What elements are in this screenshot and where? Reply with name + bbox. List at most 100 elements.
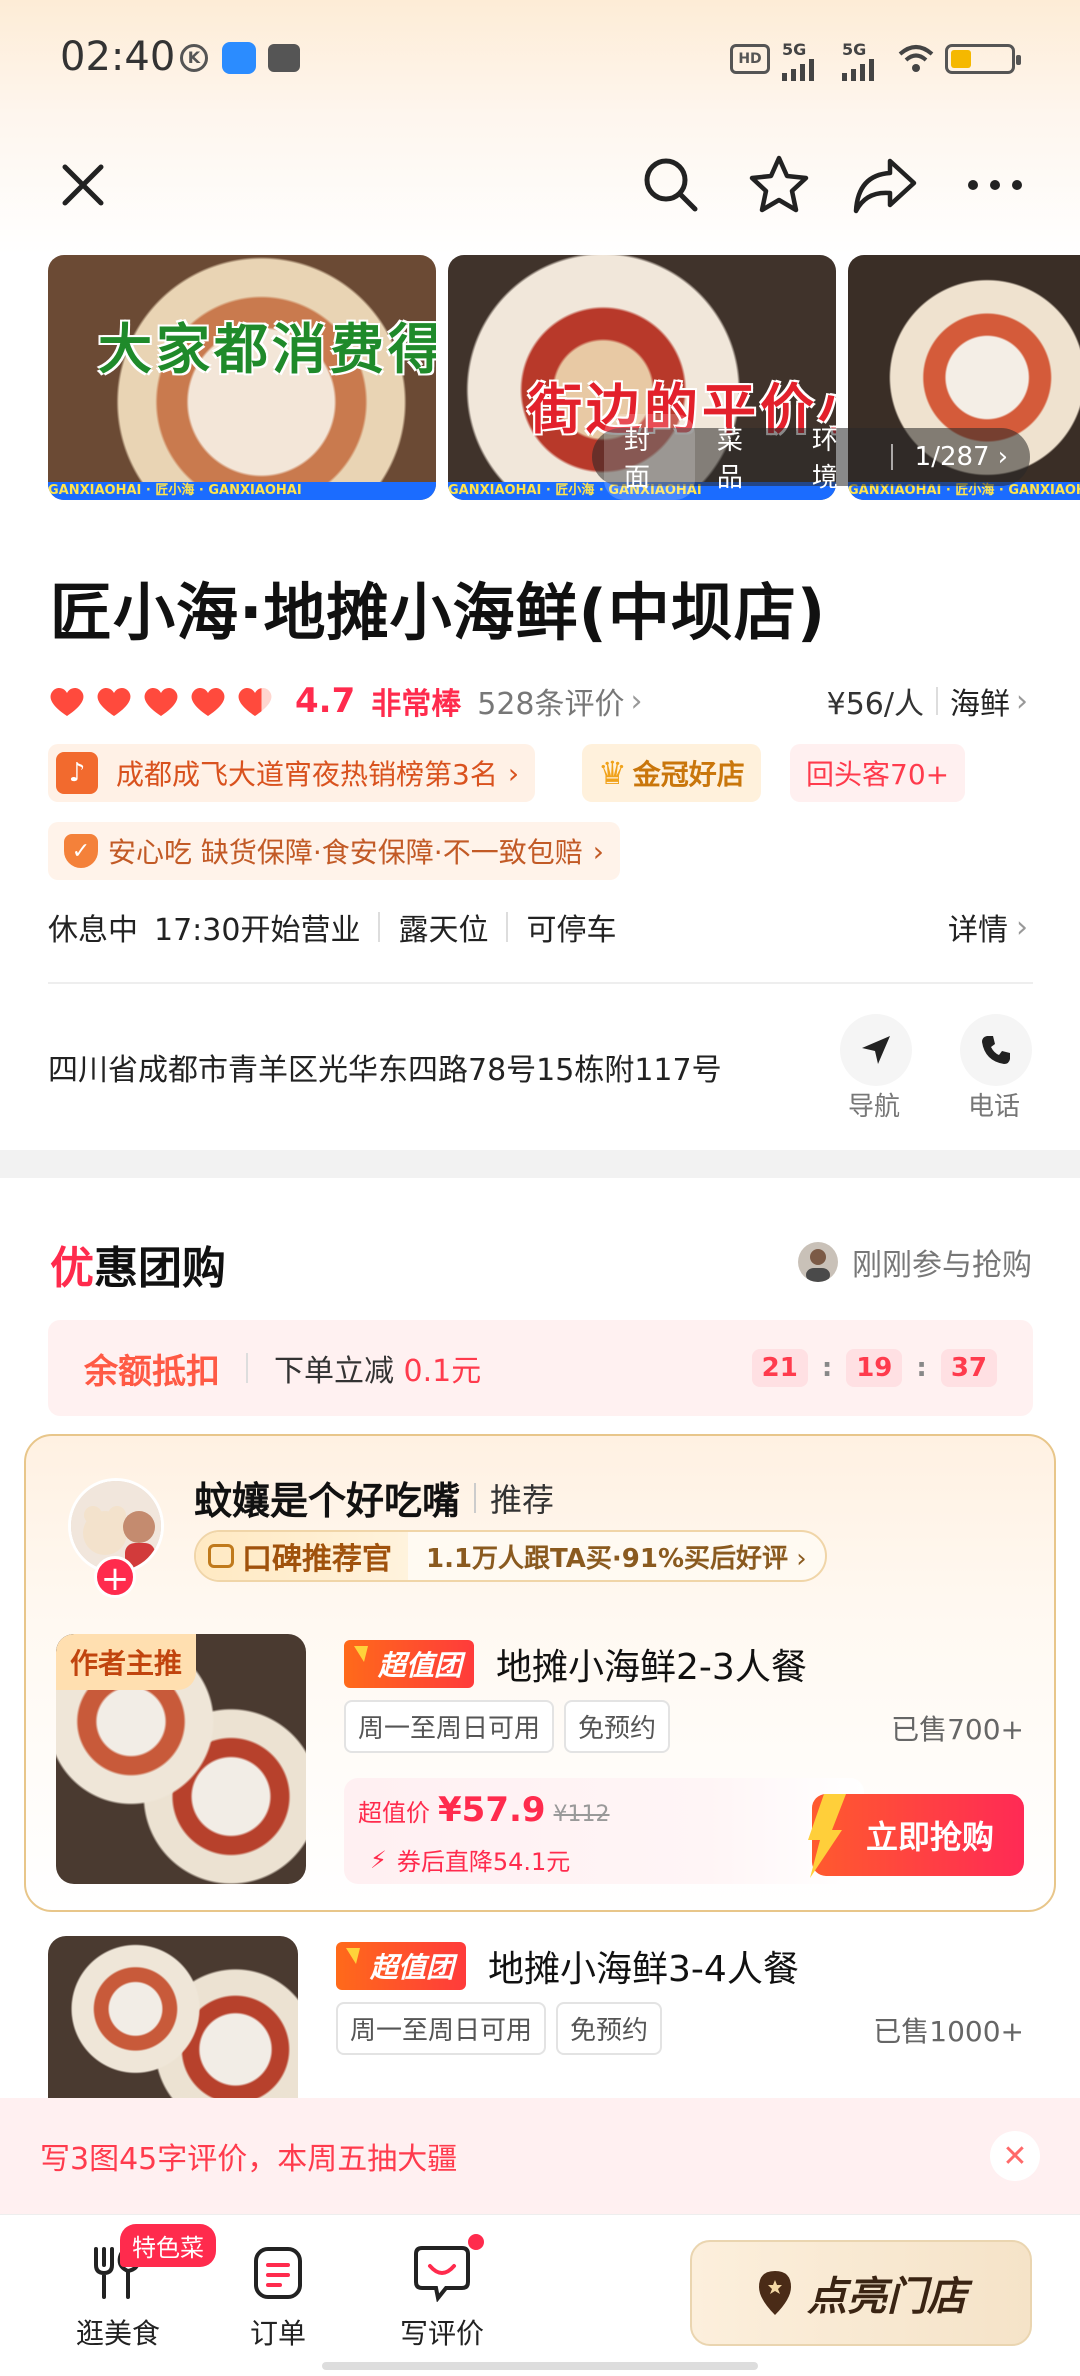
original-price: ¥112 xyxy=(553,1802,610,1827)
repeat-customer-tag[interactable]: 回头客70+ xyxy=(790,744,966,802)
chevron-right-icon: › xyxy=(630,683,643,719)
store-score: 4.7 xyxy=(295,681,356,721)
badge-title: 口碑推荐官 xyxy=(196,1532,408,1580)
deal-title-row[interactable]: 超值团 地摊小海鲜3-4人餐 xyxy=(336,1940,799,1992)
home-indicator[interactable] xyxy=(322,2362,758,2370)
deal-chips: 周一至周日可用 免预约 xyxy=(344,1700,680,1753)
divider xyxy=(474,1482,477,1513)
photo-tab-environment[interactable]: 环境 xyxy=(790,420,885,494)
game-icon xyxy=(268,44,300,72)
balance-label: 余额抵扣 xyxy=(84,1351,220,1392)
more-button[interactable] xyxy=(960,150,1030,220)
recommender-name-row: 蚊孃是个好吃嘴 推荐 xyxy=(194,1470,554,1525)
coupon-text: 券后直降54.1元 xyxy=(396,1848,571,1876)
recommender-name[interactable]: 蚊孃是个好吃嘴 xyxy=(194,1470,460,1525)
heart-icon xyxy=(97,687,131,716)
parking: 可停车 xyxy=(526,913,617,948)
battery-icon xyxy=(945,44,1021,74)
signal-5g-icon: 5G xyxy=(782,40,816,81)
badge-text: 口碑推荐官 xyxy=(242,1542,392,1577)
order-icon xyxy=(208,2238,348,2308)
divider xyxy=(246,1353,248,1383)
heart-half-icon xyxy=(238,687,272,716)
recommender-badge[interactable]: 口碑推荐官 1.1万人跟TA买·91%买后好评 › xyxy=(194,1530,827,1582)
safety-tag[interactable]: ✓ 安心吃 缺货保障·食安保障·不一致包赔 › xyxy=(48,822,620,880)
location-pin-icon xyxy=(759,2271,791,2315)
heart-icon xyxy=(50,687,84,716)
search-button[interactable] xyxy=(636,150,706,220)
wifi-icon xyxy=(898,45,934,72)
share-button[interactable] xyxy=(850,150,920,220)
sold-count: 已售700+ xyxy=(891,1713,1024,1746)
tab-write-review[interactable]: 写评价 xyxy=(372,2238,512,2352)
store-status: 休息中 xyxy=(48,913,138,948)
deal-image[interactable] xyxy=(48,1936,298,2098)
author-pick-ribbon: 作者主推 xyxy=(56,1634,197,1690)
deal-title-row[interactable]: 超值团 地摊小海鲜2-3人餐 xyxy=(344,1638,807,1690)
navigate-label: 导航 xyxy=(848,1092,901,1122)
rating-row[interactable]: 4.7 非常棒 528条评价 › ¥56/人 海鲜 › xyxy=(48,678,1028,724)
phone-icon xyxy=(982,1036,1010,1064)
divider xyxy=(378,912,381,942)
chevron-right-icon: › xyxy=(592,834,604,868)
section-title-text: 惠团购 xyxy=(94,1243,226,1294)
photo-tab-cover[interactable]: 封面 xyxy=(604,414,695,500)
close-button[interactable] xyxy=(48,150,118,220)
chip-no-reservation: 免预约 xyxy=(564,1700,671,1753)
photo-tabs-divider xyxy=(890,444,893,470)
chip-no-reservation: 免预约 xyxy=(556,2002,663,2055)
tab-orders[interactable]: 订单 xyxy=(208,2238,348,2352)
shield-icon: ✓ xyxy=(64,834,98,868)
chip-availability: 周一至周日可用 xyxy=(336,2002,547,2055)
hours-row: 休息中 17:30开始营业 露天位 可停车 详情 › xyxy=(48,905,1028,949)
recent-buyers-text: 刚刚参与抢购 xyxy=(852,1248,1032,1283)
section-title-accent: 优 xyxy=(50,1243,94,1294)
avatar xyxy=(798,1242,838,1282)
phone-button[interactable] xyxy=(960,1014,1032,1086)
deal-image[interactable]: 作者主推 xyxy=(56,1634,306,1884)
sold-count: 已售1000+ xyxy=(873,2015,1024,2048)
divider xyxy=(936,687,938,715)
coupon-line: ⚡ 券后直降54.1元 xyxy=(370,1842,570,1877)
value-deal-badge: 超值团 xyxy=(344,1640,475,1688)
photo-tab-dishes[interactable]: 菜品 xyxy=(695,420,790,494)
tab-orders-label: 订单 xyxy=(249,2317,306,2350)
balance-amount: 0.1元 xyxy=(403,1354,482,1389)
lightning-icon xyxy=(808,1794,846,1878)
price-line: 超值价 ¥57.9 ¥112 xyxy=(358,1790,610,1830)
special-dish-badge: 特色菜 xyxy=(120,2224,216,2267)
ranking-tag[interactable]: ♪ 成都成飞大道宵夜热销榜第3名 › xyxy=(48,744,536,802)
chevron-right-icon: › xyxy=(997,442,1009,472)
photo-counter[interactable]: 1/287 xyxy=(915,442,990,472)
cloud-icon xyxy=(222,42,256,74)
light-up-store-button[interactable]: 点亮门店 xyxy=(690,2240,1032,2346)
countdown-timer: 21 : 19 : 37 xyxy=(751,1349,997,1387)
balance-deduction-bar[interactable]: 余额抵扣 下单立减 0.1元 21 : 19 : 37 xyxy=(48,1320,1033,1416)
crown-icon: ♛ xyxy=(598,754,627,792)
buy-now-button[interactable]: 立即抢购 xyxy=(808,1794,1024,1878)
heart-icon xyxy=(191,687,225,716)
price-per-person: ¥56/人 xyxy=(826,687,924,722)
timer-seconds: 37 xyxy=(940,1349,997,1387)
divider xyxy=(48,982,1033,984)
photo-overlay-text-1: 大家都消费得起的 xyxy=(98,317,436,381)
review-count[interactable]: 528条评价 xyxy=(477,679,624,723)
tab-review-label: 写评价 xyxy=(399,2317,484,2350)
review-promo-banner[interactable]: 写3图45字评价，本周五抽大疆 ✕ xyxy=(0,2098,1080,2214)
store-address[interactable]: 四川省成都市青羊区光华东四路78号15栋附117号 xyxy=(48,1045,722,1089)
details-link[interactable]: 详情 xyxy=(948,905,1008,949)
crown-tag[interactable]: ♛ 金冠好店 xyxy=(582,744,761,802)
open-time: 17:30开始营业 xyxy=(154,913,361,948)
favorite-button[interactable] xyxy=(744,150,814,220)
chevron-right-icon: › xyxy=(1016,683,1028,719)
follow-button[interactable]: + xyxy=(94,1556,136,1599)
photo-cover[interactable]: 大家都消费得起的 GANXIAOHAI · 匠小海 · GANXIAOHAI xyxy=(48,255,436,500)
divider xyxy=(506,912,509,942)
deal-name: 地摊小海鲜2-3人餐 xyxy=(496,1647,807,1688)
chevron-right-icon: › xyxy=(1016,909,1028,945)
close-promo-button[interactable]: ✕ xyxy=(990,2131,1040,2181)
light-up-label: 点亮门店 xyxy=(807,2274,967,2320)
close-icon xyxy=(62,164,104,206)
navigate-button[interactable] xyxy=(840,1014,912,1086)
store-category[interactable]: 海鲜 xyxy=(950,679,1010,723)
